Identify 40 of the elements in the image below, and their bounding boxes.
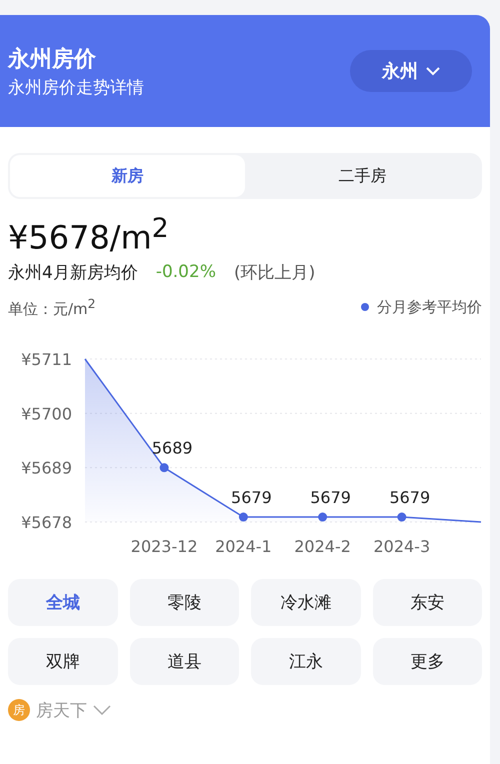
district-chip[interactable]: 东安 (372, 578, 482, 626)
district-chip[interactable]: 冷水滩 (251, 578, 360, 626)
axis-label: ¥5689 (21, 458, 72, 478)
chevron-down-icon (426, 66, 440, 76)
price-change: -0.02% (156, 262, 216, 282)
unit-label: 单位：元/m$^{2}$ (8, 296, 96, 319)
change-note: (环比上月) (234, 262, 316, 284)
value-label: 5679 (231, 488, 272, 507)
district-chip[interactable]: 全城 (8, 578, 118, 626)
district-chip[interactable]: 零陵 (130, 578, 239, 626)
axis-label: 2023-12 (130, 536, 198, 556)
district-chip[interactable]: 更多 (372, 638, 482, 685)
tab[interactable]: 新房 (10, 155, 245, 197)
price-caption: 永州4月新房均价 (8, 262, 138, 284)
chevron-down-icon[interactable] (93, 705, 111, 716)
brand-name: 房天下 (36, 700, 87, 722)
data-point (397, 512, 406, 522)
legend-label: 分月参考平均价 (377, 298, 482, 317)
average-price: ¥5678/m$^{2}$ (8, 213, 170, 257)
value-label: 5679 (310, 488, 351, 507)
value-label: 5689 (152, 438, 193, 458)
page-subtitle: 永州房价走势详情 (8, 76, 144, 98)
legend-dot-icon (361, 303, 369, 312)
tab[interactable]: 二手房 (245, 155, 480, 197)
data-point (318, 512, 328, 522)
data-point (238, 512, 248, 522)
axis-label: ¥5678 (21, 512, 72, 532)
axis-label: ¥5700 (21, 404, 72, 423)
district-chip[interactable]: 道县 (130, 638, 239, 685)
district-chip[interactable]: 双牌 (8, 638, 118, 685)
data-point (160, 462, 169, 472)
axis-label: ¥5711 (21, 350, 72, 369)
axis-label: 2024-2 (294, 536, 351, 556)
axis-label: 2024-1 (215, 536, 272, 556)
axis-label: 2024-3 (373, 536, 430, 556)
district-chip[interactable]: 江永 (251, 638, 360, 685)
page-title: 永州房价 (8, 46, 97, 74)
value-label: 5679 (389, 488, 430, 507)
city-selector[interactable]: 永州 (350, 50, 472, 92)
brand-logo: 房 (8, 699, 30, 722)
